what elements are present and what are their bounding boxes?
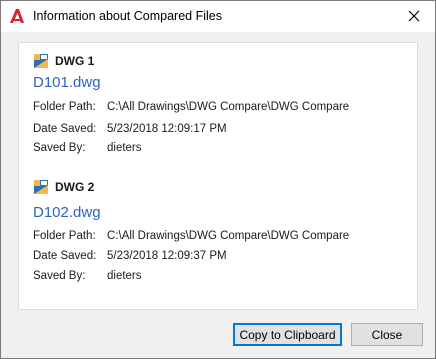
date-saved-label: Date Saved: bbox=[33, 250, 97, 262]
close-icon[interactable] bbox=[407, 9, 421, 23]
dwg2-folder-row: Folder Path: C:\All Drawings\DWG Compare\… bbox=[33, 230, 349, 242]
title-bar[interactable]: Information about Compared Files bbox=[1, 1, 435, 32]
dwg1-title: DWG 1 bbox=[55, 54, 95, 68]
dwg2-date-row: Date Saved: 5/23/2018 12:09:37 PM bbox=[33, 250, 227, 262]
folder-path-label: Folder Path: bbox=[33, 230, 96, 242]
dwg1-header: DWG 1 bbox=[33, 52, 94, 70]
close-button[interactable]: Close bbox=[351, 323, 423, 346]
saved-by-value: dieters bbox=[107, 270, 142, 282]
dwg-file-icon bbox=[34, 54, 48, 68]
dwg1-date-row: Date Saved: 5/23/2018 12:09:17 PM bbox=[33, 123, 227, 135]
file-info-panel: DWG 1 D101.dwg Folder Path: C:\All Drawin… bbox=[18, 42, 418, 310]
saved-by-label: Saved By: bbox=[33, 270, 86, 282]
copy-to-clipboard-button[interactable]: Copy to Clipboard bbox=[233, 323, 342, 346]
saved-by-value: dieters bbox=[107, 142, 142, 154]
dwg1-filename-link[interactable]: D101.dwg bbox=[33, 74, 101, 91]
dwg2-title: DWG 2 bbox=[55, 180, 95, 194]
dwg1-savedby-row: Saved By: dieters bbox=[33, 142, 142, 154]
date-saved-label: Date Saved: bbox=[33, 123, 97, 135]
dwg2-savedby-row: Saved By: dieters bbox=[33, 270, 142, 282]
dialog-title: Information about Compared Files bbox=[33, 9, 222, 23]
folder-path-label: Folder Path: bbox=[33, 101, 96, 113]
dwg-file-icon bbox=[34, 180, 48, 194]
autocad-a-icon bbox=[10, 9, 24, 23]
date-saved-value: 5/23/2018 12:09:37 PM bbox=[107, 250, 227, 262]
folder-path-value: C:\All Drawings\DWG Compare\DWG Compare bbox=[107, 101, 350, 113]
saved-by-label: Saved By: bbox=[33, 142, 86, 154]
dwg1-folder-row: Folder Path: C:\All Drawings\DWG Compare\… bbox=[33, 101, 349, 113]
dwg2-header: DWG 2 bbox=[33, 178, 94, 196]
folder-path-value: C:\All Drawings\DWG Compare\DWG Compare bbox=[107, 230, 350, 242]
date-saved-value: 5/23/2018 12:09:17 PM bbox=[107, 123, 227, 135]
dwg2-filename-link[interactable]: D102.dwg bbox=[33, 204, 101, 221]
dialog-window: Information about Compared Files DWG 1 D… bbox=[0, 0, 436, 359]
